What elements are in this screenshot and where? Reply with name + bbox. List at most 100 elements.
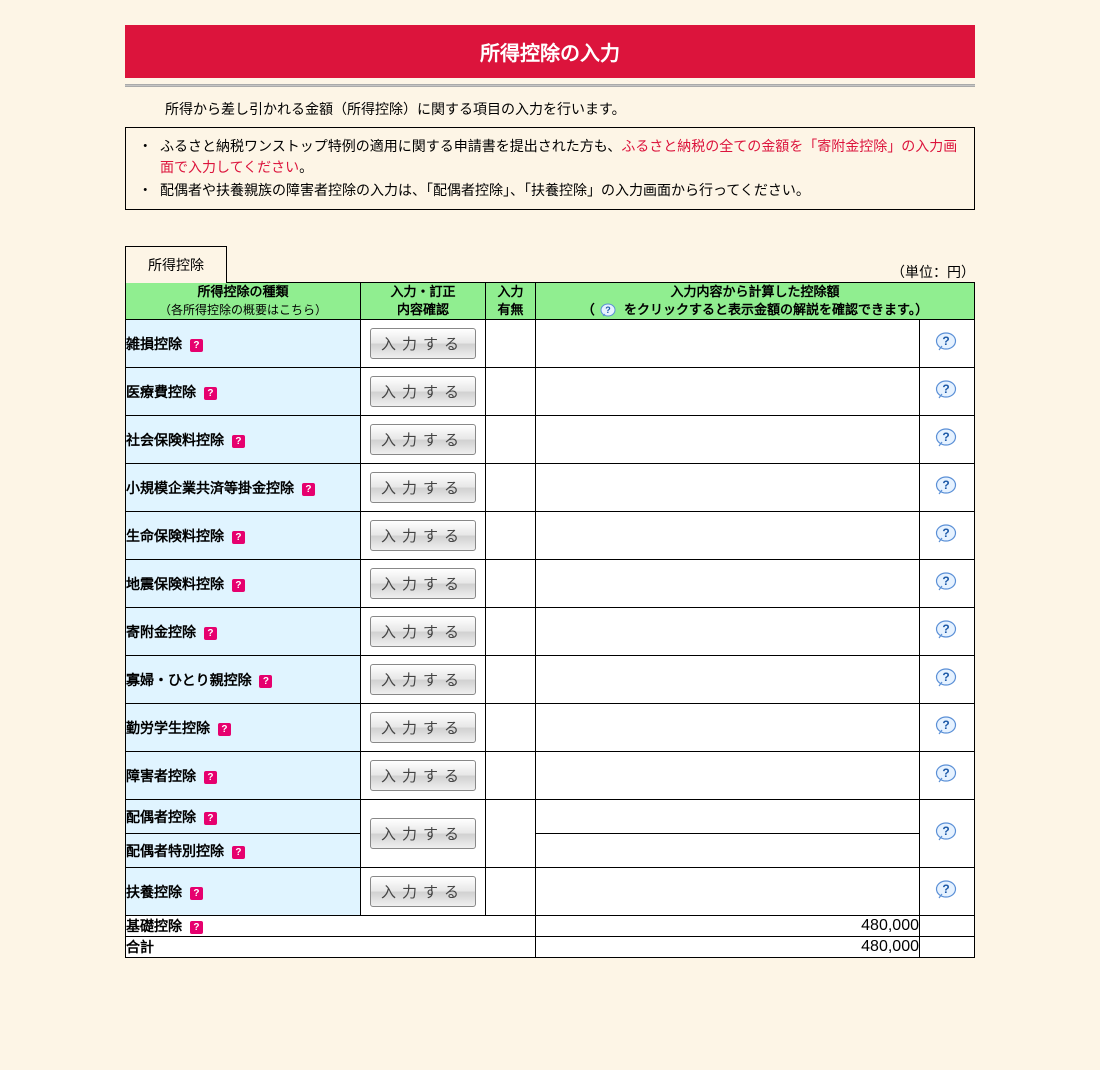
table-row: 医療費控除 ?入力する? [126, 368, 975, 416]
amount-help-icon[interactable]: ? [935, 380, 959, 400]
separator [125, 84, 975, 87]
input-button[interactable]: 入力する [370, 818, 476, 849]
amount-cell [536, 512, 920, 560]
input-button[interactable]: 入力する [370, 664, 476, 695]
deduction-type: 生命保険料控除 ? [126, 512, 361, 560]
input-button[interactable]: 入力する [370, 760, 476, 791]
tab-deductions: 所得控除 [125, 246, 227, 283]
help-icon[interactable]: ? [204, 771, 217, 784]
table-row: 扶養控除 ?入力する? [126, 868, 975, 916]
input-button[interactable]: 入力する [370, 424, 476, 455]
input-button[interactable]: 入力する [370, 616, 476, 647]
flag-cell [486, 512, 536, 560]
help-icon[interactable]: ? [302, 483, 315, 496]
table-row: 小規模企業共済等掛金控除 ?入力する? [126, 464, 975, 512]
deduction-type: 配偶者控除 ? [126, 800, 361, 834]
header-text: 入力内容から計算した控除額 [670, 284, 839, 299]
help-bubble-icon: ? [600, 303, 618, 319]
help-cell: ? [920, 560, 975, 608]
header-sublink[interactable]: （各所得控除の概要はこちら） [159, 303, 327, 317]
svg-text:?: ? [942, 478, 949, 492]
col-header-button: 入力・訂正 内容確認 [361, 283, 486, 320]
input-button[interactable]: 入力する [370, 876, 476, 907]
header-text: をクリックすると表示金額の解説を確認できます。） [624, 302, 928, 317]
help-icon[interactable]: ? [190, 921, 203, 934]
button-cell: 入力する [361, 800, 486, 868]
help-icon[interactable]: ? [259, 675, 272, 688]
input-button[interactable]: 入力する [370, 328, 476, 359]
help-cell [920, 937, 975, 958]
flag-cell [486, 464, 536, 512]
notice-text: 。 [299, 159, 313, 175]
help-icon[interactable]: ? [204, 627, 217, 640]
input-button[interactable]: 入力する [370, 376, 476, 407]
unit-label: （単位：円） [891, 262, 975, 282]
input-button[interactable]: 入力する [370, 568, 476, 599]
svg-text:?: ? [942, 670, 949, 684]
table-row: 生命保険料控除 ? 入力する? [126, 512, 975, 560]
base-deduction-amount: 480,000 [536, 916, 920, 937]
col-header-amount: 入力内容から計算した控除額 （ ? をクリックすると表示金額の解説を確認できます… [536, 283, 975, 320]
button-cell: 入力する [361, 512, 486, 560]
help-cell: ? [920, 656, 975, 704]
amount-help-icon[interactable]: ? [935, 668, 959, 688]
flag-cell [486, 560, 536, 608]
amount-help-icon[interactable]: ? [935, 428, 959, 448]
amount-cell [536, 608, 920, 656]
intro-text: 所得から差し引かれる金額（所得控除）に関する項目の入力を行います。 [165, 99, 975, 119]
help-cell: ? [920, 868, 975, 916]
help-cell: ? [920, 512, 975, 560]
amount-cell [536, 752, 920, 800]
flag-cell [486, 868, 536, 916]
col-header-type: 所得控除の種類 （各所得控除の概要はこちら） [126, 283, 361, 320]
svg-text:?: ? [606, 305, 612, 315]
help-icon[interactable]: ? [204, 387, 217, 400]
svg-text:?: ? [942, 382, 949, 396]
flag-cell [486, 320, 536, 368]
deduction-type: 配偶者特別控除 ? [126, 834, 361, 868]
flag-cell [486, 800, 536, 868]
button-cell: 入力する [361, 320, 486, 368]
amount-help-icon[interactable]: ? [935, 620, 959, 640]
input-button[interactable]: 入力する [370, 520, 476, 551]
table-row: 雑損控除 ?入力する? [126, 320, 975, 368]
deduction-type: 社会保険料控除 ? [126, 416, 361, 464]
help-icon[interactable]: ? [204, 812, 217, 825]
amount-help-icon[interactable]: ? [935, 880, 959, 900]
input-button[interactable]: 入力する [370, 472, 476, 503]
amount-help-icon[interactable]: ? [935, 572, 959, 592]
help-cell [920, 916, 975, 937]
amount-help-icon[interactable]: ? [935, 524, 959, 544]
button-cell: 入力する [361, 656, 486, 704]
table-row: 寡婦・ひとり親控除 ?入力する? [126, 656, 975, 704]
svg-text:?: ? [942, 574, 949, 588]
amount-cell [536, 368, 920, 416]
amount-cell [536, 834, 920, 868]
help-icon[interactable]: ? [232, 531, 245, 544]
amount-help-icon[interactable]: ? [935, 476, 959, 496]
button-cell: 入力する [361, 704, 486, 752]
deduction-type: 寄附金控除 ? [126, 608, 361, 656]
help-cell: ? [920, 800, 975, 868]
flag-cell [486, 752, 536, 800]
help-cell: ? [920, 704, 975, 752]
amount-help-icon[interactable]: ? [935, 332, 959, 352]
deduction-type: 勤労学生控除 ? [126, 704, 361, 752]
button-cell: 入力する [361, 608, 486, 656]
help-icon[interactable]: ? [218, 723, 231, 736]
help-icon[interactable]: ? [190, 887, 203, 900]
input-button[interactable]: 入力する [370, 712, 476, 743]
table-row: 社会保険料控除 ? 入力する? [126, 416, 975, 464]
header-text: （ [582, 302, 595, 317]
flag-cell [486, 416, 536, 464]
notice-box: ふるさと納税ワンストップ特例の適用に関する申請書を提出された方も、ふるさと納税の… [125, 127, 975, 210]
help-icon[interactable]: ? [232, 435, 245, 448]
help-icon[interactable]: ? [190, 339, 203, 352]
help-cell: ? [920, 368, 975, 416]
help-icon[interactable]: ? [232, 579, 245, 592]
help-icon[interactable]: ? [232, 846, 245, 859]
amount-help-icon[interactable]: ? [935, 764, 959, 784]
amount-help-icon[interactable]: ? [935, 822, 959, 842]
table-row: 寄附金控除 ? 入力する? [126, 608, 975, 656]
amount-help-icon[interactable]: ? [935, 716, 959, 736]
